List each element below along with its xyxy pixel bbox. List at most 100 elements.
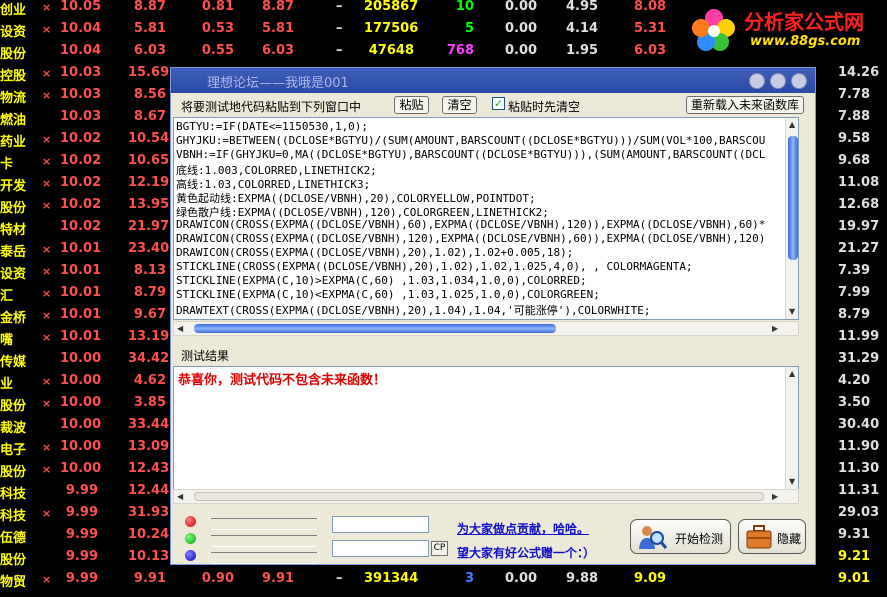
output-field-2[interactable] — [332, 540, 429, 557]
stock-cell-name: 伍德 — [0, 531, 27, 546]
stock-cell-price: 10.00 — [60, 461, 102, 476]
blue-progress-bar — [211, 552, 317, 564]
clear-button[interactable]: 清空 — [442, 96, 477, 114]
stock-cell-x: × — [42, 441, 52, 454]
stock-cell-x: × — [42, 89, 52, 102]
stock-cell-j: 3.50 — [838, 395, 871, 410]
code-vscroll-thumb[interactable] — [788, 136, 798, 260]
hide-button[interactable]: 隐藏 — [738, 519, 806, 554]
result-scroll-left-icon[interactable]: ◀ — [177, 492, 183, 501]
result-scroll-down-icon[interactable]: ▼ — [789, 477, 795, 486]
stock-cell-price: 10.04 — [60, 21, 102, 36]
stock-cell-a: 31.93 — [128, 505, 170, 520]
code-hscroll-thumb[interactable] — [194, 324, 556, 333]
stock-cell-j: 11.99 — [838, 329, 880, 344]
stock-cell-x: × — [42, 1, 52, 14]
scroll-left-icon[interactable]: ◀ — [177, 324, 183, 333]
stock-cell-x: × — [42, 397, 52, 410]
copy-button[interactable]: CP — [431, 541, 448, 556]
stock-cell-price: 9.99 — [65, 571, 98, 586]
stock-cell-g: 0.00 — [505, 0, 538, 14]
logo-title: 分析家公式网 — [744, 10, 864, 34]
result-scroll-up-icon[interactable]: ▲ — [789, 369, 795, 378]
contribution-link[interactable]: 为大家做点贡献，哈哈。 — [457, 520, 589, 537]
code-vertical-scrollbar[interactable]: ▲ ▼ — [785, 118, 798, 319]
stock-cell-j: 30.40 — [838, 417, 880, 432]
dialog-titlebar[interactable]: 理想论坛——我哦是001 — [171, 68, 815, 93]
stock-cell-i: 8.08 — [634, 0, 667, 14]
stock-cell-name: 股份 — [0, 465, 27, 480]
stock-cell-price: 10.02 — [60, 175, 102, 190]
stock-cell-a: 3.85 — [133, 395, 166, 410]
stock-cell-price: 10.05 — [60, 0, 102, 14]
stock-cell-price: 10.00 — [60, 417, 102, 432]
clear-before-paste-checkbox[interactable]: ✓ — [492, 97, 505, 110]
stock-cell-j: 31.29 — [838, 351, 880, 366]
stock-cell-name: 业 — [0, 377, 14, 392]
red-progress-bar — [211, 518, 317, 530]
stock-cell-name: 股份 — [0, 553, 27, 568]
scroll-right-icon[interactable]: ▶ — [772, 324, 778, 333]
stock-cell-price: 9.99 — [65, 483, 98, 498]
stock-cell-i: 9.09 — [634, 571, 667, 586]
stock-cell-price: 10.03 — [60, 65, 102, 80]
result-box[interactable]: 恭喜你，测试代码不包含未来函数！ ▲ ▼ — [173, 366, 799, 504]
red-status-dot-icon — [185, 516, 196, 527]
stock-cell-h: 9.88 — [566, 571, 599, 586]
result-scroll-right-icon[interactable]: ▶ — [772, 492, 778, 501]
stock-cell-d: – — [336, 43, 343, 58]
stock-cell-a: 6.03 — [133, 43, 166, 58]
stock-cell-x: × — [42, 199, 52, 212]
stock-cell-a: 12.44 — [128, 483, 170, 498]
stock-cell-price: 10.02 — [60, 131, 102, 146]
stock-cell-j: 7.39 — [838, 263, 871, 278]
minimize-icon[interactable] — [749, 73, 765, 89]
magnifier-person-icon — [639, 526, 667, 549]
stock-cell-h: 4.14 — [566, 21, 599, 36]
stock-cell-name: 燃油 — [0, 113, 27, 128]
stock-cell-d: – — [336, 0, 343, 14]
paste-button[interactable]: 粘贴 — [394, 96, 429, 114]
stock-cell-e: 205867 — [364, 0, 419, 14]
stock-cell-name: 创业 — [0, 3, 27, 18]
code-horizontal-scrollbar[interactable]: ◀ ▶ — [173, 321, 799, 336]
code-editor[interactable]: DRAWTEXT(CROSS(EXPMA((DCLOSE/VBNH),20),1… — [173, 117, 799, 320]
stock-cell-e: 177506 — [364, 21, 419, 36]
stock-cell-a: 10.13 — [128, 549, 170, 564]
stock-cell-a: 13.09 — [128, 439, 170, 454]
close-icon[interactable] — [791, 73, 807, 89]
stock-cell-name: 嘴 — [0, 333, 14, 348]
stock-cell-j: 14.26 — [838, 65, 880, 80]
stock-row[interactable]: 物贸 × 9.99 9.91 0.90 9.91 – 391344 3 0.00 9.88 9.09 9… — [0, 568, 887, 590]
reload-library-button[interactable]: 重新载入未来函数库 — [686, 96, 804, 114]
stock-cell-a: 9.67 — [133, 307, 166, 322]
output-field-1[interactable] — [332, 516, 429, 533]
stock-cell-c: 8.87 — [262, 0, 295, 14]
scroll-down-icon[interactable]: ▼ — [789, 307, 795, 316]
logo: 分析家公式网 www.88gs.com — [680, 0, 887, 62]
code-line: VBNH:=IF(GHYJKU=0,MA((DCLOSE*BGTYU),BARS… — [176, 148, 766, 161]
stock-cell-a: 5.81 — [133, 21, 166, 36]
stock-cell-name: 卡 — [0, 157, 14, 172]
stock-cell-a: 23.40 — [128, 241, 170, 256]
code-line: STICKLINE(CROSS(EXPMA((DCLOSE/VBNH),20),… — [176, 260, 693, 273]
stock-cell-price: 10.01 — [60, 329, 102, 344]
result-horizontal-scrollbar[interactable]: ◀ ▶ — [173, 489, 799, 504]
code-line: DRAWICON(CROSS(EXPMA((DCLOSE/VBNH),20),1… — [176, 246, 574, 259]
scroll-up-icon[interactable]: ▲ — [789, 120, 795, 129]
stock-cell-price: 10.03 — [60, 109, 102, 124]
maximize-icon[interactable] — [770, 73, 786, 89]
stock-cell-name: 物流 — [0, 91, 27, 106]
result-section-label: 测试结果 — [181, 349, 230, 363]
stock-cell-price: 10.01 — [60, 241, 102, 256]
start-check-button[interactable]: 开始检测 — [630, 519, 731, 554]
stock-cell-a: 21.97 — [128, 219, 170, 234]
stock-cell-name: 科技 — [0, 509, 27, 524]
stock-cell-name: 金桥 — [0, 311, 27, 326]
result-vertical-scrollbar[interactable]: ▲ ▼ — [785, 367, 798, 489]
stock-cell-price: 10.03 — [60, 87, 102, 102]
stock-cell-j: 11.31 — [838, 483, 880, 498]
result-hscroll-thumb[interactable] — [194, 492, 764, 501]
stock-cell-j: 9.31 — [838, 527, 871, 542]
stock-cell-name: 设资 — [0, 25, 27, 40]
